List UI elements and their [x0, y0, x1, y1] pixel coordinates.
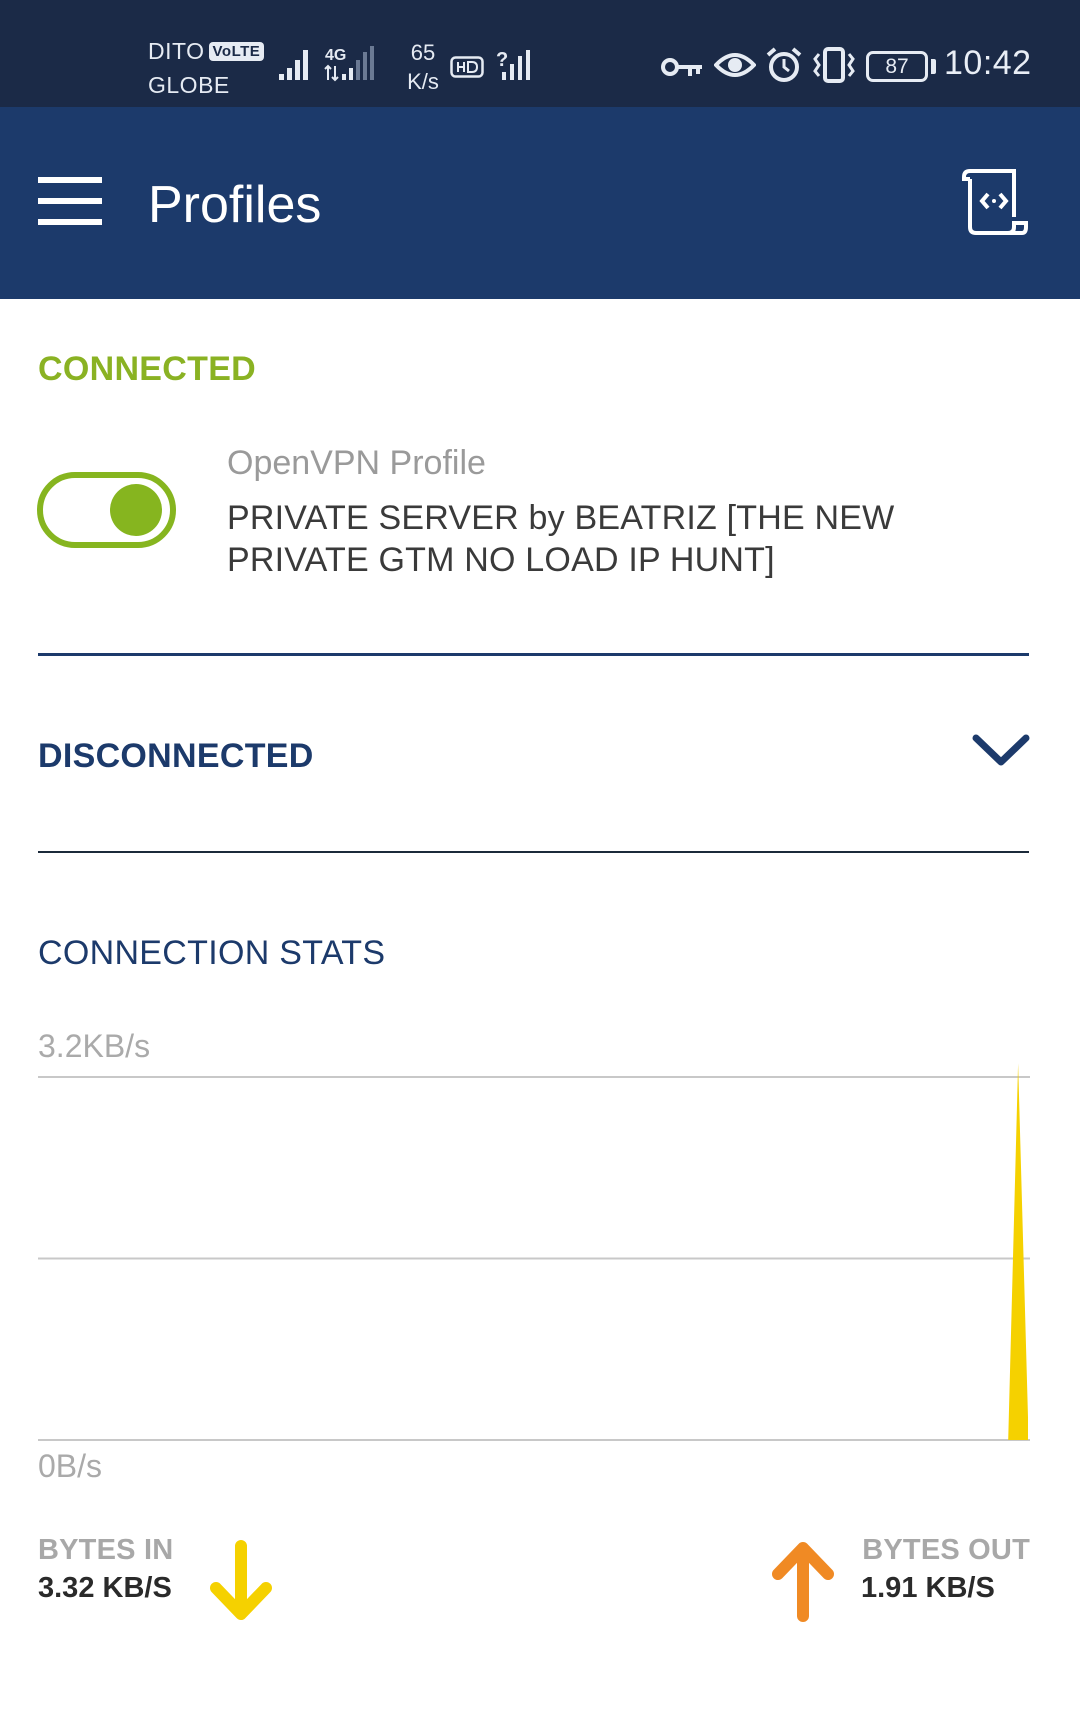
divider	[38, 653, 1029, 656]
connection-stats-heading: CONNECTION STATS	[38, 934, 386, 972]
vpn-toggle[interactable]	[37, 472, 176, 548]
carrier-2: GLOBE	[148, 72, 230, 98]
battery-tip	[931, 59, 936, 74]
bytes-out-value: 1.91 KB/S	[861, 1572, 995, 1604]
bytes-in-label: BYTES IN	[38, 1534, 174, 1566]
network-type-label: 4G	[325, 47, 346, 64]
battery-level: 87	[885, 55, 909, 78]
alarm-icon	[766, 47, 802, 82]
net-speed-value: 65	[410, 40, 436, 65]
bytes-in-value: 3.32 KB/S	[38, 1572, 172, 1604]
chevron-down-icon	[972, 734, 1030, 766]
import-file-icon	[962, 169, 1028, 235]
vibrate-icon	[813, 47, 855, 83]
profile-type: OpenVPN Profile	[227, 444, 486, 482]
expand-disconnected-button[interactable]	[970, 728, 1032, 774]
toggle-knob	[110, 484, 162, 536]
chart-series-area-0	[38, 1063, 1028, 1440]
import-profile-button[interactable]	[960, 167, 1030, 237]
disconnected-heading[interactable]: DISCONNECTED	[38, 737, 314, 776]
chart-y-min-label: 0B/s	[38, 1448, 103, 1484]
svg-text:?: ?	[496, 49, 508, 71]
menu-button[interactable]	[34, 173, 104, 229]
net-speed: 65 K/s	[398, 38, 448, 96]
page-title: Profiles	[148, 176, 322, 234]
arrow-down-icon	[210, 1540, 272, 1620]
app-bar: Profiles	[0, 107, 1080, 299]
battery-icon: 87	[866, 51, 928, 82]
chart-grid	[38, 1076, 1030, 1441]
hd-icon	[450, 56, 484, 78]
carrier-1: DITO	[148, 38, 205, 64]
divider	[38, 851, 1029, 853]
connected-heading: CONNECTED	[38, 350, 257, 388]
signal-4g-icon: 4G	[324, 46, 374, 82]
chart-series	[38, 1063, 1028, 1440]
eye-icon	[714, 53, 756, 77]
signal-icon	[279, 50, 308, 80]
volte-badge: VoLTE	[208, 42, 265, 61]
status-time: 10:42	[944, 44, 1032, 82]
net-speed-unit: K/s	[407, 69, 439, 94]
arrow-up-icon	[772, 1542, 834, 1622]
carrier-info: DITO VoLTE GLOBE	[148, 34, 265, 102]
bytes-out-label: BYTES OUT	[862, 1534, 1030, 1566]
wifi-question-icon: ?	[496, 49, 530, 80]
key-icon	[661, 58, 702, 76]
profile-name[interactable]: PRIVATE SERVER by BEATRIZ [THE NEW PRIVA…	[227, 497, 987, 581]
status-bar: DITO VoLTE GLOBE 4G 65 K/s ? 87 10:42	[0, 0, 1080, 107]
connection-stats-chart	[38, 1063, 1030, 1441]
